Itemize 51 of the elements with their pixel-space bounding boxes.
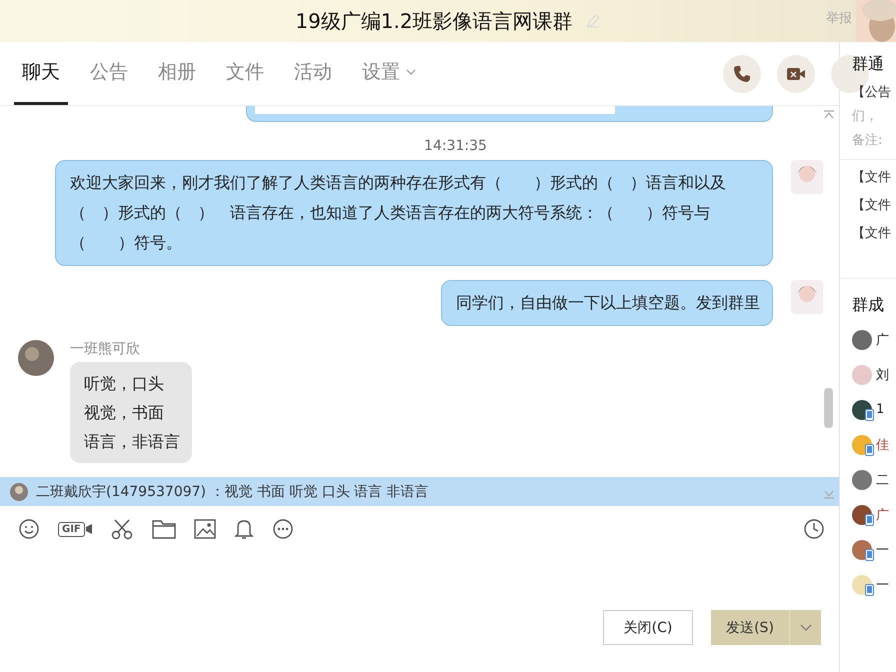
tab[interactable]: 公告: [82, 42, 136, 105]
message-bubble: 欢迎大家回来，刚才我们了解了人类语言的两种存在形式有（ ）形式的（ ）语言和以及（ ）形式的（ ） 语言存在，也知道了人类语言存在的两大符号系统：（ ）符号与（ ）符号。: [55, 160, 773, 266]
video-call-button[interactable]: [777, 54, 815, 92]
folder-icon[interactable]: [152, 519, 176, 539]
member-name[interactable]: 一: [876, 576, 889, 594]
close-button[interactable]: 关闭(C): [603, 610, 693, 645]
reply-text: 二班戴欣宇(1479537097) ：视觉 书面 听觉 口头 语言 非语言: [36, 482, 429, 500]
reply-banner[interactable]: 二班戴欣宇(1479537097) ：视觉 书面 听觉 口头 语言 非语言: [0, 477, 839, 506]
avatar: [856, 0, 896, 42]
voice-call-button[interactable]: [723, 54, 761, 92]
announcement-text: 们，: [852, 108, 879, 126]
bell-icon[interactable]: [234, 518, 254, 540]
avatar: [852, 330, 872, 350]
message-bubble: 同学们，自由做一下以上填空题。发到群里: [441, 280, 773, 326]
member-name[interactable]: 广: [876, 506, 889, 524]
file-item[interactable]: 【文件: [852, 220, 896, 248]
phone-icon: [732, 64, 752, 84]
member-name[interactable]: 广: [876, 330, 889, 348]
message-bubble: 听觉，口头 视觉，书面 语言，非语言: [70, 362, 192, 463]
tab[interactable]: 文件: [218, 42, 272, 105]
announcement-text: 备注:: [852, 132, 884, 150]
member-name[interactable]: 佳: [876, 436, 889, 454]
section-title: 群通: [852, 54, 885, 75]
member-name[interactable]: 二: [876, 470, 889, 488]
avatar: [18, 340, 54, 376]
message-time: 14:31:35: [424, 138, 487, 154]
file-item[interactable]: 【文件: [852, 164, 896, 192]
member-name[interactable]: 1: [876, 402, 884, 417]
announcement-text: 【公告: [852, 84, 892, 102]
avatar: [10, 482, 28, 500]
tab[interactable]: 聊天: [14, 42, 68, 105]
emoji-icon[interactable]: [18, 518, 40, 540]
avatar: [791, 160, 823, 194]
caret-icon: [800, 624, 812, 632]
avatar: [852, 364, 872, 384]
tab[interactable]: 相册: [150, 42, 204, 105]
avatar: [791, 280, 823, 314]
scrollbar-thumb[interactable]: [824, 388, 833, 428]
section-title: 群成: [852, 295, 885, 316]
image-icon[interactable]: [194, 519, 216, 539]
tab[interactable]: 活动: [286, 42, 340, 105]
avatar: [852, 470, 872, 490]
file-item[interactable]: 【文件: [852, 192, 896, 220]
scissors-icon[interactable]: [110, 518, 134, 540]
tab[interactable]: 设置: [354, 42, 424, 105]
sender-name: 一班熊可欣: [70, 340, 140, 358]
window-title: 19级广编1.2班影像语言网课群: [295, 8, 573, 34]
more-icon[interactable]: [272, 518, 294, 540]
clock-icon[interactable]: [803, 518, 825, 540]
member-name[interactable]: 刘: [876, 366, 889, 384]
member-name[interactable]: 一: [876, 540, 889, 558]
